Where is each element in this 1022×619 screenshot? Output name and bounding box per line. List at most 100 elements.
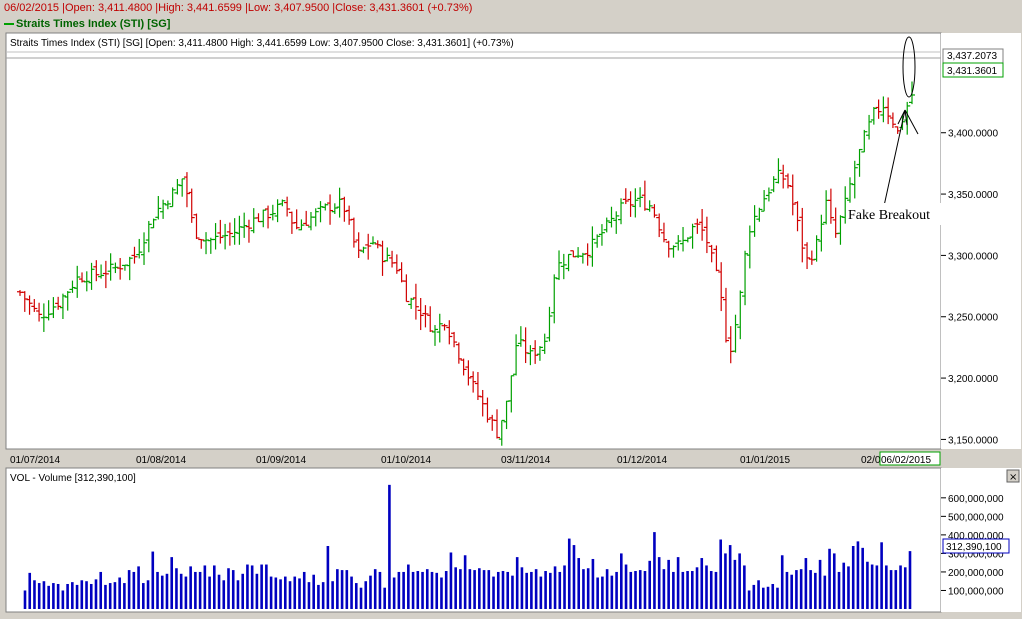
volume-bar [601, 576, 604, 609]
volume-bar [837, 571, 841, 609]
volume-bar [757, 580, 760, 609]
volume-bar [733, 559, 737, 609]
volume-bar [487, 570, 491, 609]
volume-bar [317, 584, 320, 609]
volume-bar [23, 590, 27, 609]
volume-bar [605, 569, 609, 609]
volume-bar [71, 582, 74, 609]
volume-bar [411, 571, 415, 609]
volume-bar [269, 576, 273, 609]
volume-bar [591, 558, 595, 609]
volume-bar [236, 580, 240, 609]
volume-bar [856, 541, 860, 609]
volume-bar [496, 571, 500, 609]
volume-bar [160, 575, 164, 609]
volume-bar [667, 559, 670, 609]
volume-bar [388, 484, 391, 609]
volume-bar [449, 552, 453, 609]
volume-bar [629, 571, 633, 609]
volume-bar [89, 583, 93, 609]
price-tick-label: 3,250.0000 [948, 313, 998, 324]
volume-bar [75, 584, 79, 609]
price-tick-label: 3,300.0000 [948, 251, 998, 262]
volume-bar [615, 571, 618, 609]
volume-bar [766, 586, 770, 609]
volume-bar [61, 590, 65, 609]
volume-bar [771, 583, 775, 609]
volume-bar [459, 569, 462, 609]
volume-bar [321, 582, 325, 609]
close-price-label: 3,431.3601 [947, 66, 997, 77]
volume-bar [402, 571, 405, 609]
volume-bar [170, 557, 174, 609]
volume-bar [553, 566, 557, 609]
volume-bar [274, 577, 278, 609]
x-tick-label: 01/09/2014 [256, 455, 306, 466]
volume-bar [738, 553, 741, 609]
volume-bar [638, 570, 642, 609]
volume-bar [828, 548, 831, 609]
volume-bar [312, 574, 315, 609]
volume-bar [610, 575, 614, 609]
volume-bar [383, 587, 386, 609]
volume-bar [302, 571, 306, 609]
volume-bar [250, 565, 254, 609]
volume-bar [473, 570, 476, 609]
volume-bar [761, 587, 765, 609]
volume-bar [189, 566, 192, 609]
volume-tick-label: 500,000,000 [948, 512, 1004, 523]
volume-bar [33, 580, 36, 609]
volume-bar [530, 571, 533, 609]
volume-bar [880, 542, 883, 609]
volume-bar [567, 538, 571, 609]
volume-bar [643, 571, 647, 609]
volume-bar [42, 581, 46, 609]
volume-bar [728, 545, 732, 609]
volume-bar [842, 562, 846, 609]
volume-bar [463, 555, 467, 609]
volume-bar [47, 585, 50, 609]
volume-bar [359, 587, 363, 609]
volume-bar [369, 575, 372, 609]
volume-bar [156, 571, 159, 609]
volume-bar [478, 568, 481, 609]
volume-bar [222, 580, 226, 609]
volume-bar [179, 573, 183, 609]
volume-bar [506, 571, 510, 609]
volume-bar [52, 583, 55, 609]
volume-bar [690, 571, 694, 609]
volume-bar [288, 581, 292, 609]
volume-bar [231, 570, 235, 609]
volume-bar [894, 570, 898, 609]
volume-bar [56, 583, 60, 609]
volume-bar [104, 584, 107, 609]
price-tick-label: 3,200.0000 [948, 374, 998, 385]
volume-bar [809, 570, 812, 609]
volume-bar [875, 565, 879, 609]
volume-bar [515, 557, 519, 609]
volume-bar [132, 571, 136, 609]
volume-bar [421, 571, 424, 609]
volume-bar [345, 570, 349, 609]
volume-bar [350, 576, 353, 609]
volume-bar [563, 565, 566, 609]
volume-bar [520, 567, 524, 609]
volume-bar [241, 573, 245, 609]
volume-bar [454, 567, 457, 609]
volume-bar [804, 558, 808, 609]
x-tick-label: 01/08/2014 [136, 455, 186, 466]
collapse-button-icon: × [1009, 472, 1017, 483]
volume-bar [558, 571, 562, 609]
volume-bar [137, 566, 140, 609]
volume-tick-label: 600,000,000 [948, 494, 1004, 505]
volume-bar [28, 572, 32, 609]
volume-bar [724, 553, 727, 609]
volume-bar [336, 569, 339, 609]
volume-bar [908, 551, 912, 609]
volume-bar [198, 571, 202, 609]
volume-bar [307, 582, 311, 609]
volume-bar [165, 573, 169, 609]
volume-bar [492, 576, 495, 609]
volume-bar [340, 570, 344, 609]
volume-bar [743, 565, 746, 609]
